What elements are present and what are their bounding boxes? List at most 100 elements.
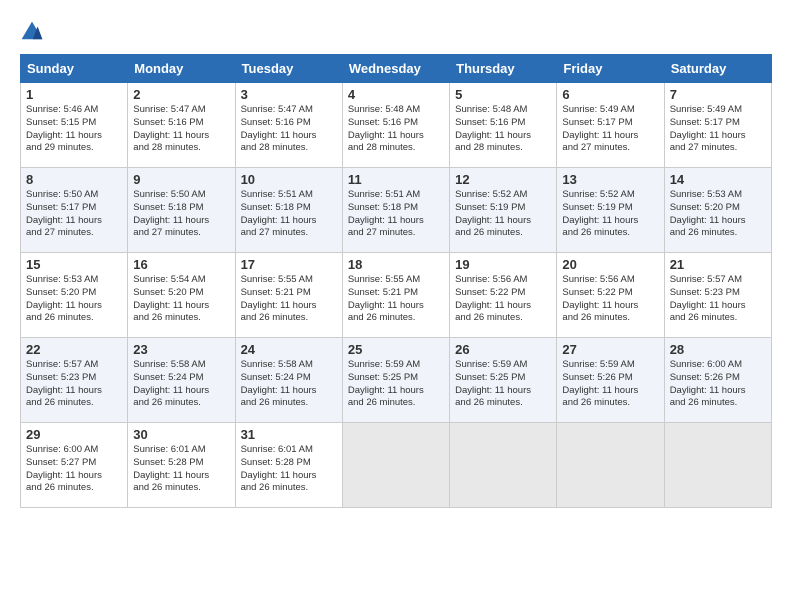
cell-content: Sunrise: 5:55 AM Sunset: 5:21 PM Dayligh…	[348, 274, 444, 325]
cell-content: Sunrise: 6:01 AM Sunset: 5:28 PM Dayligh…	[241, 444, 337, 495]
cell-content: Sunrise: 6:00 AM Sunset: 5:26 PM Dayligh…	[670, 359, 766, 410]
day-number: 25	[348, 342, 444, 357]
day-header-tuesday: Tuesday	[235, 55, 342, 83]
calendar-table: SundayMondayTuesdayWednesdayThursdayFrid…	[20, 54, 772, 508]
cell-content: Sunrise: 5:53 AM Sunset: 5:20 PM Dayligh…	[670, 189, 766, 240]
calendar-cell: 30 Sunrise: 6:01 AM Sunset: 5:28 PM Dayli…	[128, 423, 235, 508]
calendar-header-row: SundayMondayTuesdayWednesdayThursdayFrid…	[21, 55, 772, 83]
calendar-cell: 10 Sunrise: 5:51 AM Sunset: 5:18 PM Dayli…	[235, 168, 342, 253]
calendar-cell: 26Sunrise: 5:59 AM Sunset: 5:25 PM Dayli…	[450, 338, 557, 423]
calendar-cell: 16 Sunrise: 5:54 AM Sunset: 5:20 PM Dayli…	[128, 253, 235, 338]
calendar-cell: 20 Sunrise: 5:56 AM Sunset: 5:22 PM Dayli…	[557, 253, 664, 338]
calendar-cell: 22 Sunrise: 5:57 AM Sunset: 5:23 PM Dayli…	[21, 338, 128, 423]
day-number: 2	[133, 87, 229, 102]
cell-content: Sunrise: 5:55 AM Sunset: 5:21 PM Dayligh…	[241, 274, 337, 325]
calendar-cell: 24 Sunrise: 5:58 AM Sunset: 5:24 PM Dayli…	[235, 338, 342, 423]
logo-icon	[20, 20, 44, 44]
cell-content: Sunrise: 5:58 AM Sunset: 5:24 PM Dayligh…	[241, 359, 337, 410]
calendar-cell: 14 Sunrise: 5:53 AM Sunset: 5:20 PM Dayli…	[664, 168, 771, 253]
calendar-cell: 8 Sunrise: 5:50 AM Sunset: 5:17 PM Daylig…	[21, 168, 128, 253]
day-number: 23	[133, 342, 229, 357]
calendar-cell: 5 Sunrise: 5:48 AM Sunset: 5:16 PM Daylig…	[450, 83, 557, 168]
day-number: 14	[670, 172, 766, 187]
calendar-cell: 13 Sunrise: 5:52 AM Sunset: 5:19 PM Dayli…	[557, 168, 664, 253]
day-number: 7	[670, 87, 766, 102]
cell-content: Sunrise: 5:49 AM Sunset: 5:17 PM Dayligh…	[562, 104, 658, 155]
calendar-cell: 7 Sunrise: 5:49 AM Sunset: 5:17 PM Daylig…	[664, 83, 771, 168]
day-number: 6	[562, 87, 658, 102]
day-header-wednesday: Wednesday	[342, 55, 449, 83]
day-number: 24	[241, 342, 337, 357]
day-number: 22	[26, 342, 122, 357]
cell-content: Sunrise: 5:52 AM Sunset: 5:19 PM Dayligh…	[562, 189, 658, 240]
day-number: 18	[348, 257, 444, 272]
calendar-week-row: 22 Sunrise: 5:57 AM Sunset: 5:23 PM Dayli…	[21, 338, 772, 423]
day-header-sunday: Sunday	[21, 55, 128, 83]
calendar-week-row: 15Sunrise: 5:53 AM Sunset: 5:20 PM Dayli…	[21, 253, 772, 338]
calendar-cell: 9 Sunrise: 5:50 AM Sunset: 5:18 PM Daylig…	[128, 168, 235, 253]
day-number: 16	[133, 257, 229, 272]
calendar-cell: 27 Sunrise: 5:59 AM Sunset: 5:26 PM Dayli…	[557, 338, 664, 423]
page-header	[20, 20, 772, 44]
calendar-cell: 31 Sunrise: 6:01 AM Sunset: 5:28 PM Dayli…	[235, 423, 342, 508]
day-number: 5	[455, 87, 551, 102]
cell-content: Sunrise: 5:52 AM Sunset: 5:19 PM Dayligh…	[455, 189, 551, 240]
cell-content: Sunrise: 5:50 AM Sunset: 5:18 PM Dayligh…	[133, 189, 229, 240]
cell-content: Sunrise: 5:56 AM Sunset: 5:22 PM Dayligh…	[455, 274, 551, 325]
day-header-thursday: Thursday	[450, 55, 557, 83]
day-number: 20	[562, 257, 658, 272]
cell-content: Sunrise: 5:50 AM Sunset: 5:17 PM Dayligh…	[26, 189, 122, 240]
calendar-cell: 3Sunrise: 5:47 AM Sunset: 5:16 PM Daylig…	[235, 83, 342, 168]
day-number: 10	[241, 172, 337, 187]
day-number: 12	[455, 172, 551, 187]
cell-content: Sunrise: 5:48 AM Sunset: 5:16 PM Dayligh…	[348, 104, 444, 155]
day-number: 1	[26, 87, 122, 102]
day-number: 9	[133, 172, 229, 187]
calendar-cell: 6 Sunrise: 5:49 AM Sunset: 5:17 PM Daylig…	[557, 83, 664, 168]
day-number: 27	[562, 342, 658, 357]
calendar-cell	[342, 423, 449, 508]
day-number: 19	[455, 257, 551, 272]
cell-content: Sunrise: 5:47 AM Sunset: 5:16 PM Dayligh…	[133, 104, 229, 155]
calendar-week-row: 29Sunrise: 6:00 AM Sunset: 5:27 PM Dayli…	[21, 423, 772, 508]
day-number: 8	[26, 172, 122, 187]
cell-content: Sunrise: 5:59 AM Sunset: 5:25 PM Dayligh…	[455, 359, 551, 410]
cell-content: Sunrise: 5:57 AM Sunset: 5:23 PM Dayligh…	[26, 359, 122, 410]
cell-content: Sunrise: 5:59 AM Sunset: 5:26 PM Dayligh…	[562, 359, 658, 410]
cell-content: Sunrise: 5:51 AM Sunset: 5:18 PM Dayligh…	[241, 189, 337, 240]
calendar-cell	[664, 423, 771, 508]
day-number: 3	[241, 87, 337, 102]
calendar-cell: 4 Sunrise: 5:48 AM Sunset: 5:16 PM Daylig…	[342, 83, 449, 168]
cell-content: Sunrise: 5:59 AM Sunset: 5:25 PM Dayligh…	[348, 359, 444, 410]
calendar-cell: 29Sunrise: 6:00 AM Sunset: 5:27 PM Dayli…	[21, 423, 128, 508]
day-number: 17	[241, 257, 337, 272]
logo	[20, 20, 48, 44]
calendar-cell: 21 Sunrise: 5:57 AM Sunset: 5:23 PM Dayli…	[664, 253, 771, 338]
calendar-week-row: 1Sunrise: 5:46 AM Sunset: 5:15 PM Daylig…	[21, 83, 772, 168]
calendar-cell: 19 Sunrise: 5:56 AM Sunset: 5:22 PM Dayli…	[450, 253, 557, 338]
cell-content: Sunrise: 6:01 AM Sunset: 5:28 PM Dayligh…	[133, 444, 229, 495]
day-number: 21	[670, 257, 766, 272]
calendar-cell: 28 Sunrise: 6:00 AM Sunset: 5:26 PM Dayli…	[664, 338, 771, 423]
calendar-cell: 12 Sunrise: 5:52 AM Sunset: 5:19 PM Dayli…	[450, 168, 557, 253]
calendar-week-row: 8 Sunrise: 5:50 AM Sunset: 5:17 PM Daylig…	[21, 168, 772, 253]
cell-content: Sunrise: 6:00 AM Sunset: 5:27 PM Dayligh…	[26, 444, 122, 495]
day-number: 31	[241, 427, 337, 442]
cell-content: Sunrise: 5:58 AM Sunset: 5:24 PM Dayligh…	[133, 359, 229, 410]
cell-content: Sunrise: 5:57 AM Sunset: 5:23 PM Dayligh…	[670, 274, 766, 325]
calendar-cell: 2 Sunrise: 5:47 AM Sunset: 5:16 PM Daylig…	[128, 83, 235, 168]
calendar-cell: 1Sunrise: 5:46 AM Sunset: 5:15 PM Daylig…	[21, 83, 128, 168]
cell-content: Sunrise: 5:54 AM Sunset: 5:20 PM Dayligh…	[133, 274, 229, 325]
day-number: 28	[670, 342, 766, 357]
cell-content: Sunrise: 5:49 AM Sunset: 5:17 PM Dayligh…	[670, 104, 766, 155]
calendar-cell: 11Sunrise: 5:51 AM Sunset: 5:18 PM Dayli…	[342, 168, 449, 253]
day-number: 13	[562, 172, 658, 187]
calendar-cell: 15Sunrise: 5:53 AM Sunset: 5:20 PM Dayli…	[21, 253, 128, 338]
cell-content: Sunrise: 5:56 AM Sunset: 5:22 PM Dayligh…	[562, 274, 658, 325]
day-number: 4	[348, 87, 444, 102]
calendar-cell	[557, 423, 664, 508]
cell-content: Sunrise: 5:48 AM Sunset: 5:16 PM Dayligh…	[455, 104, 551, 155]
cell-content: Sunrise: 5:53 AM Sunset: 5:20 PM Dayligh…	[26, 274, 122, 325]
day-number: 30	[133, 427, 229, 442]
calendar-cell: 23 Sunrise: 5:58 AM Sunset: 5:24 PM Dayli…	[128, 338, 235, 423]
